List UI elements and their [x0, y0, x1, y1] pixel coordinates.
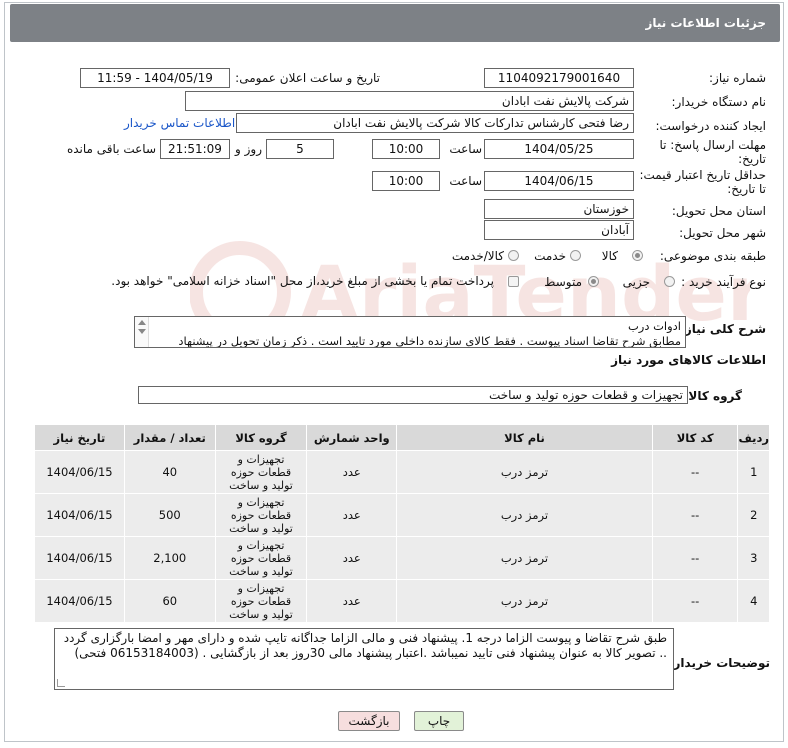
category-label: طبقه بندی موضوعی: — [659, 249, 766, 263]
city-field: آبادان — [484, 220, 634, 240]
item-group: تجهیزات و قطعات حوزه تولید و ساخت — [214, 450, 308, 494]
item-group: تجهیزات و قطعات حوزه تولید و ساخت — [214, 493, 308, 537]
buyer-notes-text: طبق شرح تقاضا و پیوست الزاما درجه 1. پیش… — [63, 631, 667, 660]
announce-date-label: تاریخ و ساعت اعلان عمومی: — [235, 71, 380, 85]
goods-section-title: اطلاعات کالاهای مورد نیاز — [611, 353, 766, 367]
goods-group-label: گروه کالا: — [683, 389, 742, 403]
item-unit: عدد — [306, 450, 398, 494]
remaining-time-label: ساعت باقی مانده — [66, 142, 156, 156]
col-row-number: ردیف — [737, 424, 770, 451]
table-row: 4 -- ترمز درب عدد تجهیزات و قطعات حوزه ت… — [34, 579, 770, 623]
deadline-label: مهلت ارسال پاسخ: تا — [659, 138, 766, 152]
validity-label-date: تا تاریخ: — [727, 182, 766, 196]
validity-time-label: ساعت — [449, 174, 482, 188]
table-row: 2 -- ترمز درب عدد تجهیزات و قطعات حوزه ت… — [34, 493, 770, 537]
process-radio-minor[interactable] — [664, 276, 675, 287]
deadline-label-date: تاریخ: — [738, 152, 766, 166]
buyer-notes-label: توضیحات خریدار: — [668, 656, 770, 670]
goods-table-header: ردیف کد کالا نام کالا واحد شمارش گروه کا… — [34, 424, 770, 451]
page-title: جزئیات اطلاعات نیاز — [10, 4, 780, 42]
category-option-goods: کالا — [601, 249, 618, 263]
need-number-field: 1104092179001640 — [484, 68, 634, 88]
deadline-time-label: ساعت — [449, 142, 482, 156]
buyer-notes-textarea[interactable]: طبق شرح تقاضا و پیوست الزاما درجه 1. پیش… — [54, 628, 674, 690]
item-name: ترمز درب — [396, 536, 653, 580]
item-group: تجهیزات و قطعات حوزه تولید و ساخت — [214, 536, 308, 580]
resize-handle[interactable] — [57, 679, 65, 687]
col-quantity: تعداد / مقدار — [123, 424, 216, 451]
validity-label: حداقل تاریخ اعتبار قیمت: — [639, 168, 766, 182]
item-name: ترمز درب — [396, 493, 653, 537]
item-code: -- — [651, 493, 739, 537]
need-number-label: شماره نیاز: — [709, 71, 766, 85]
process-option-medium: متوسط — [544, 275, 582, 289]
row-number: 1 — [737, 450, 770, 494]
item-quantity: 60 — [123, 579, 216, 623]
item-unit: عدد — [306, 536, 398, 580]
treasury-payment-note: پرداخت تمام یا بخشی از مبلغ خرید،از محل … — [111, 274, 494, 288]
remaining-time-field: 21:51:09 — [160, 139, 230, 159]
category-radio-goods[interactable] — [632, 250, 643, 261]
row-number: 2 — [737, 493, 770, 537]
row-number: 3 — [737, 536, 770, 580]
row-number: 4 — [737, 579, 770, 623]
col-item-name: نام کالا — [396, 424, 653, 451]
item-code: -- — [651, 536, 739, 580]
item-code: -- — [651, 450, 739, 494]
days-field: 5 — [266, 139, 334, 159]
validity-date-field: 1404/06/15 — [484, 171, 634, 191]
creator-label: ایجاد کننده درخواست: — [655, 119, 766, 133]
item-name: ترمز درب — [396, 579, 653, 623]
goods-table: ردیف کد کالا نام کالا واحد شمارش گروه کا… — [34, 424, 770, 623]
process-type-label: نوع فرآیند خرید : — [681, 275, 766, 289]
item-need-date: 1404/06/15 — [34, 536, 125, 580]
item-need-date: 1404/06/15 — [34, 493, 125, 537]
buyer-org-field: شرکت پالایش نفت ابادان — [185, 91, 634, 111]
item-quantity: 40 — [123, 450, 216, 494]
col-item-group: گروه کالا — [214, 424, 308, 451]
process-option-minor: جزیی — [622, 275, 650, 289]
item-name: ترمز درب — [396, 450, 653, 494]
description-label: شرح کلی نیاز: — [680, 322, 766, 336]
item-need-date: 1404/06/15 — [34, 579, 125, 623]
back-button[interactable]: بازگشت — [338, 711, 400, 731]
category-radio-goods-service[interactable] — [508, 250, 519, 261]
item-unit: عدد — [306, 579, 398, 623]
item-quantity: 500 — [123, 493, 216, 537]
province-label: استان محل تحویل: — [671, 204, 766, 218]
print-button[interactable]: چاپ — [414, 711, 464, 731]
item-group: تجهیزات و قطعات حوزه تولید و ساخت — [214, 579, 308, 623]
description-line-1: ادوات درب — [627, 319, 681, 333]
description-line-2: مطابق شرح تقاضا اسناد پیوست . فقط کالای … — [178, 334, 681, 348]
description-textarea[interactable]: ادوات درب مطابق شرح تقاضا اسناد پیوست . … — [134, 316, 686, 348]
item-code: -- — [651, 579, 739, 623]
table-row: 3 -- ترمز درب عدد تجهیزات و قطعات حوزه ت… — [34, 536, 770, 580]
process-radio-medium[interactable] — [588, 276, 599, 287]
treasury-payment-checkbox[interactable] — [508, 276, 519, 287]
category-radio-service[interactable] — [570, 250, 581, 261]
creator-field: رضا فتحی کارشناس تدارکات کالا شرکت پالای… — [236, 113, 634, 133]
buyer-org-label: نام دستگاه خریدار: — [671, 95, 767, 109]
validity-time-field: 10:00 — [372, 171, 440, 191]
goods-group-field: تجهیزات و قطعات حوزه تولید و ساخت — [138, 386, 688, 404]
item-need-date: 1404/06/15 — [34, 450, 125, 494]
deadline-date-field: 1404/05/25 — [484, 139, 634, 159]
col-item-code: کد کالا — [651, 424, 739, 451]
item-unit: عدد — [306, 493, 398, 537]
table-row: 1 -- ترمز درب عدد تجهیزات و قطعات حوزه ت… — [34, 450, 770, 494]
category-option-goods-service: کالا/خدمت — [451, 249, 504, 263]
province-field: خوزستان — [484, 199, 634, 219]
category-option-service: خدمت — [534, 249, 566, 263]
col-need-date: تاریخ نیاز — [34, 424, 125, 451]
city-label: شهر محل تحویل: — [679, 226, 766, 240]
item-quantity: 2,100 — [123, 536, 216, 580]
col-unit: واحد شمارش — [306, 424, 398, 451]
days-label: روز و — [235, 142, 262, 156]
buyer-contact-link[interactable]: اطلاعات تماس خریدار — [124, 116, 235, 130]
deadline-time-field: 10:00 — [372, 139, 440, 159]
description-scrollbar[interactable] — [135, 317, 149, 347]
announce-date-field: 1404/05/19 - 11:59 — [80, 68, 230, 88]
